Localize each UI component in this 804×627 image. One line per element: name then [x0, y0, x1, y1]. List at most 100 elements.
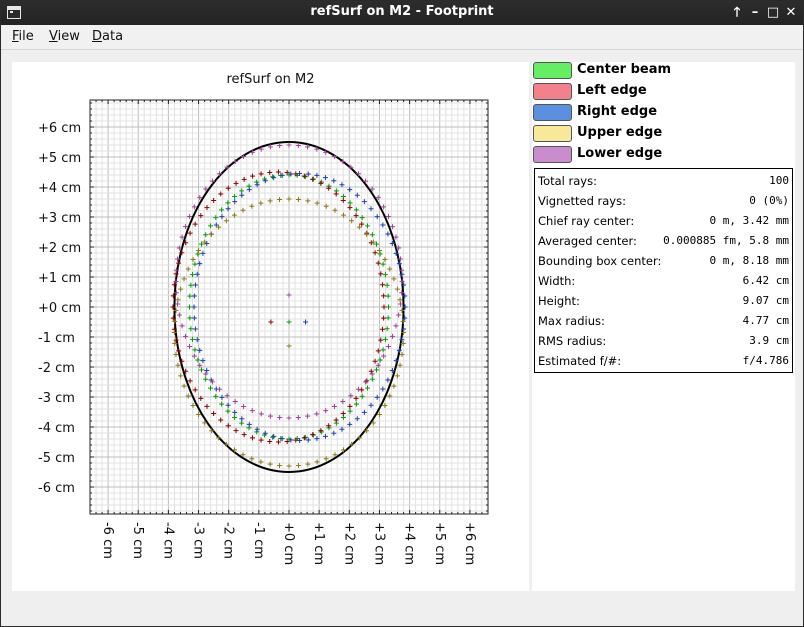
stat-value: 6.42 cm — [742, 274, 789, 287]
x-tick-label: +1 cm — [311, 522, 326, 565]
ray-mark — [250, 435, 256, 441]
keep-above-icon[interactable]: 🡑 — [729, 4, 745, 21]
ray-mark — [382, 256, 388, 262]
x-tick-label: +0 cm — [281, 522, 296, 565]
ray-mark — [207, 223, 213, 229]
stat-row: Bounding box center: 0 m, 8.18 mm — [538, 251, 789, 271]
footprint-plot-panel[interactable]: refSurf on M2 +6 cm +5 cm +4 cm +3 cm +2 cm +… — [12, 62, 529, 591]
chief-ray-mark — [268, 319, 274, 325]
menu-file-label: ile — [18, 29, 34, 44]
ray-mark — [277, 415, 283, 421]
stat-row: Width: 6.42 cm — [538, 271, 789, 291]
ray-mark — [353, 207, 359, 213]
ray-mark — [365, 385, 371, 391]
ray-mark — [203, 371, 209, 377]
menu-data[interactable]: Data — [92, 29, 123, 44]
ray-mark — [196, 248, 202, 254]
ray-mark — [391, 383, 397, 389]
ray-mark — [271, 433, 277, 439]
x-tick-label: +6 cm — [462, 522, 477, 565]
ray-mark — [347, 421, 353, 427]
ray-mark — [277, 196, 283, 202]
ray-mark — [394, 286, 400, 292]
ray-mark — [322, 433, 328, 439]
y-tick-label: -1 cm — [38, 331, 75, 346]
close-icon[interactable]: ✕ — [783, 4, 799, 21]
ray-mark — [359, 393, 365, 399]
ray-mark — [323, 203, 329, 209]
chief-ray-mark — [286, 292, 292, 298]
stat-row: Total rays: 100 — [538, 171, 789, 191]
legend-swatch — [533, 146, 572, 163]
y-tick-label: +4 cm — [38, 181, 81, 196]
ray-mark — [203, 232, 209, 238]
ray-mark — [333, 417, 339, 423]
chief-ray-mark — [286, 343, 292, 349]
ray-mark — [359, 221, 365, 227]
menu-view[interactable]: View — [49, 29, 80, 44]
chief-ray-mark — [286, 319, 292, 325]
ray-mark — [219, 401, 225, 407]
menu-file[interactable]: File — [12, 29, 34, 44]
ray-mark — [190, 256, 196, 262]
ray-mark — [204, 403, 210, 409]
x-tick-label: -1 cm — [251, 522, 266, 559]
ray-mark — [258, 411, 264, 417]
stat-row: Vignetted rays: 0 (0%) — [538, 191, 789, 211]
minimize-icon[interactable]: – — [747, 4, 763, 21]
title-bar[interactable]: refSurf on M2 - Footprint 🡑 – □ ✕ — [1, 1, 803, 25]
ray-mark — [305, 413, 311, 419]
stat-name: Bounding box center: — [538, 254, 662, 268]
ray-mark — [286, 196, 292, 202]
ray-mark — [374, 214, 380, 220]
ray-mark — [374, 394, 380, 400]
menu-data-label: ata — [102, 29, 124, 44]
ray-mark — [249, 203, 255, 209]
ray-mark — [223, 218, 229, 224]
ray-mark — [219, 394, 225, 400]
ray-mark — [382, 403, 388, 409]
ray-mark — [190, 272, 196, 278]
ray-mark — [208, 428, 214, 434]
ray-mark — [182, 333, 188, 339]
footprint-plot[interactable]: +6 cm +5 cm +4 cm +3 cm +2 cm +1 cm +0 cm -1 cm… — [12, 62, 529, 591]
legend-label: Right edge — [577, 104, 658, 119]
y-tick-label: -4 cm — [38, 421, 75, 436]
ray-mark — [286, 463, 292, 469]
ray-mark — [398, 301, 404, 307]
legend-swatch — [533, 83, 572, 100]
ray-mark — [331, 178, 337, 184]
ray-mark — [232, 415, 238, 421]
ray-mark — [386, 304, 391, 310]
ray-mark — [380, 347, 386, 353]
ray-mark — [241, 404, 247, 410]
menu-bar: File View Data — [1, 25, 803, 50]
ray-mark — [219, 207, 225, 213]
stat-row: Chief ray center: 0 m, 3.42 mm — [538, 211, 789, 231]
ray-mark — [369, 371, 375, 377]
stat-name: Max radius: — [538, 314, 605, 328]
y-tick-label: +1 cm — [38, 271, 81, 286]
legend-label: Center beam — [577, 62, 672, 77]
ray-mark — [195, 357, 201, 363]
stats-table: Total rays: 100 Vignetted rays: 0 (0%) Chief… — [534, 168, 793, 373]
ray-mark — [364, 428, 370, 434]
ray-mark — [359, 215, 365, 221]
ray-mark — [213, 215, 219, 221]
stat-name: Width: — [538, 274, 576, 288]
ray-mark — [353, 401, 359, 407]
maximize-icon[interactable]: □ — [765, 4, 781, 21]
ray-mark — [359, 387, 365, 393]
y-tick-label: -2 cm — [38, 361, 75, 376]
ray-mark — [369, 232, 375, 238]
ray-mark — [380, 261, 386, 267]
ray-mark — [295, 196, 301, 202]
stat-value: 0 m, 3.42 mm — [709, 214, 789, 227]
ray-mark — [385, 377, 391, 383]
ray-mark — [181, 383, 187, 389]
stat-value: 3.9 cm — [749, 334, 789, 347]
y-tick-label: -3 cm — [38, 391, 75, 406]
ray-mark — [286, 142, 292, 148]
menu-view-label: iew — [57, 29, 80, 44]
ray-mark — [277, 463, 283, 469]
